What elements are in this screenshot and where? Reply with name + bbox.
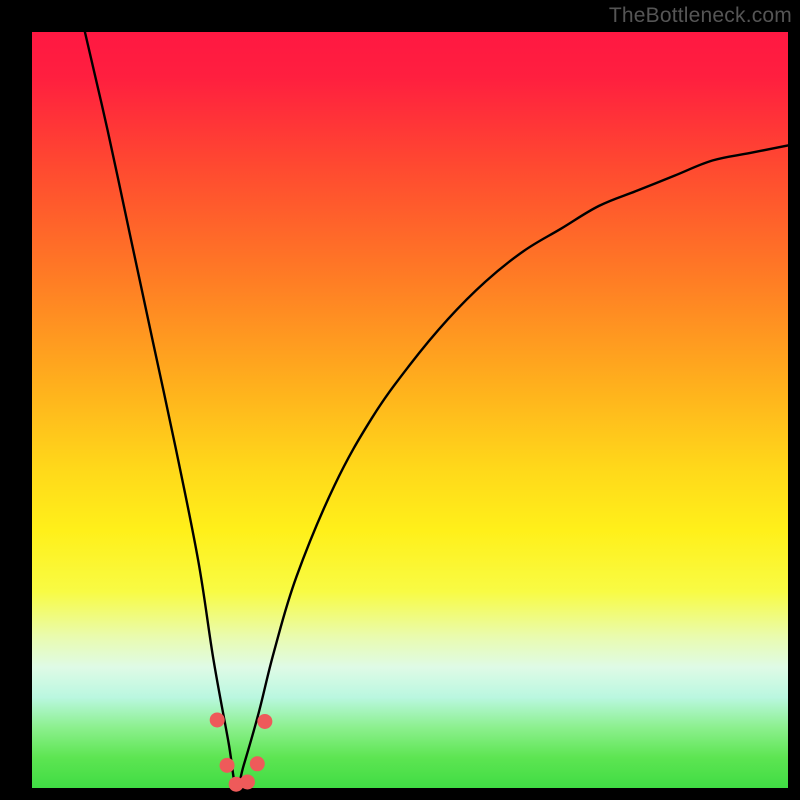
outer-frame: TheBottleneck.com [0, 0, 800, 800]
curve-marker [250, 756, 265, 771]
curve-layer [0, 0, 800, 800]
curve-marker [210, 712, 225, 727]
curve-marker [220, 758, 235, 773]
bottleneck-curve [85, 32, 788, 789]
curve-marker [257, 714, 272, 729]
curve-marker [240, 774, 255, 789]
